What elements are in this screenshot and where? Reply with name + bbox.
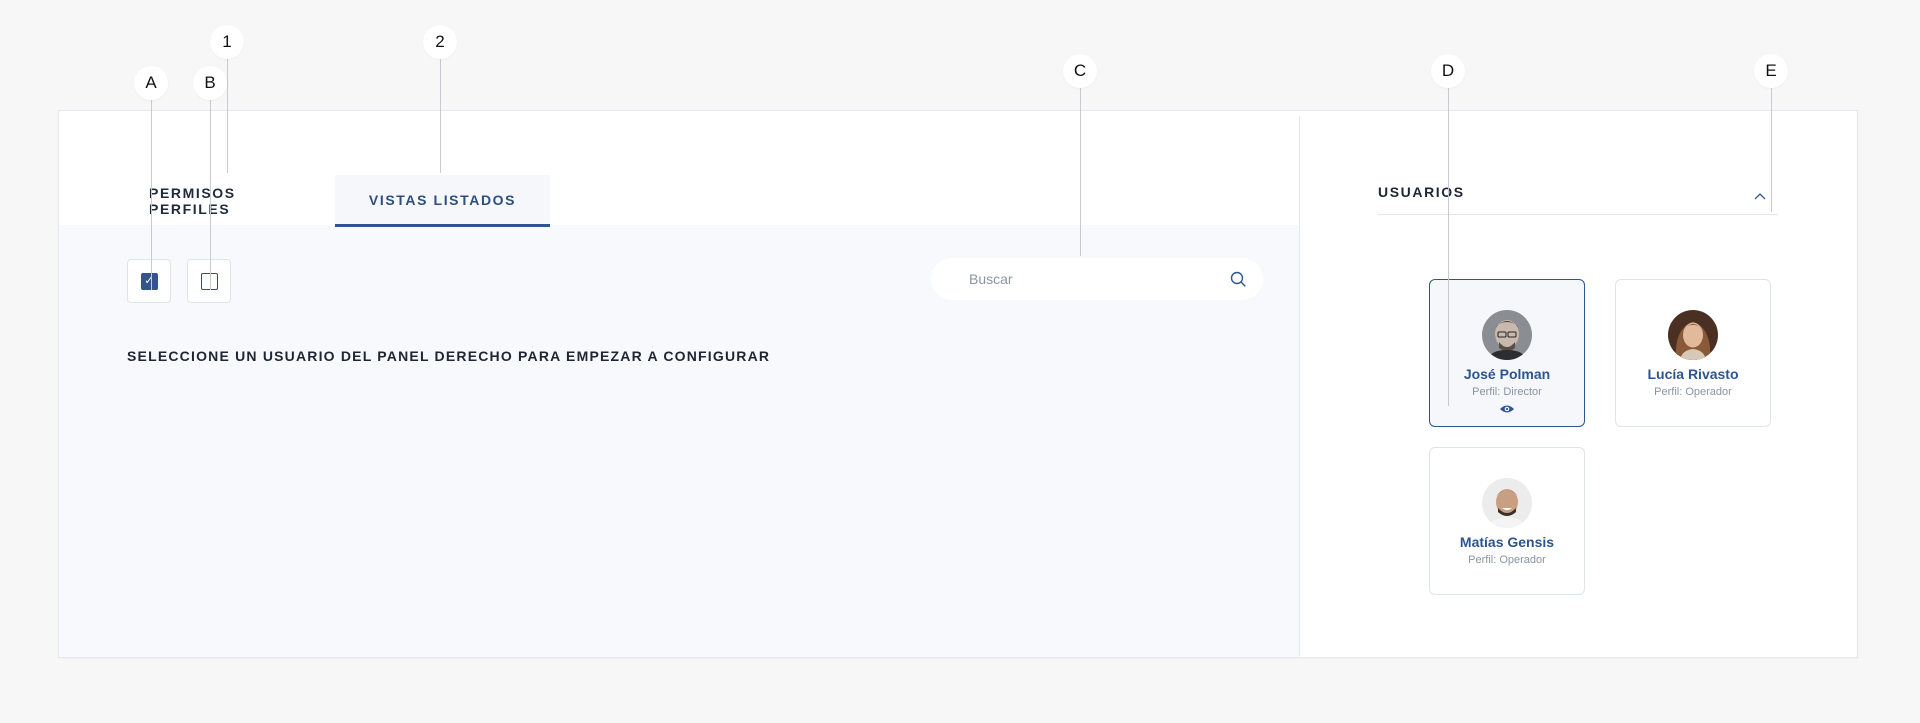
user-role: Perfil: Director bbox=[1472, 386, 1542, 398]
user-role: Perfil: Operador bbox=[1468, 554, 1546, 566]
unchecked-checkbox[interactable] bbox=[200, 272, 218, 290]
annotation-marker-e: E bbox=[1754, 54, 1788, 88]
user-card-matias-gensis[interactable]: Matías Gensis Perfil: Operador bbox=[1429, 447, 1585, 595]
annotation-line-d bbox=[1448, 88, 1449, 406]
checked-checkbox[interactable]: ✓ bbox=[140, 272, 158, 290]
annotation-line-b bbox=[210, 100, 211, 290]
annotation-marker-a: A bbox=[134, 66, 168, 100]
eye-icon[interactable] bbox=[1499, 403, 1515, 415]
annotation-marker-1: 1 bbox=[210, 25, 244, 59]
search-box[interactable] bbox=[931, 258, 1263, 300]
annotation-line-1 bbox=[227, 59, 228, 173]
user-name: José Polman bbox=[1463, 366, 1551, 382]
annotation-marker-b: B bbox=[193, 66, 227, 100]
instruction-text: SELECCIONE UN USUARIO DEL PANEL DERECHO … bbox=[127, 348, 771, 364]
user-name: Matías Gensis bbox=[1459, 534, 1555, 550]
user-name: Lucía Rivasto bbox=[1647, 366, 1739, 382]
users-title: USUARIOS bbox=[1378, 184, 1465, 200]
user-card-lucia-rivasto[interactable]: Lucía Rivasto Perfil: Operador bbox=[1615, 279, 1771, 427]
annotation-marker-d: D bbox=[1431, 54, 1465, 88]
chevron-up-icon[interactable] bbox=[1752, 189, 1768, 205]
users-header[interactable]: USUARIOS bbox=[1378, 177, 1778, 215]
avatar bbox=[1668, 310, 1718, 360]
annotation-line-a bbox=[151, 100, 152, 290]
left-panel: PERMISOS PERFILES VISTAS LISTADOS ✓ SELE… bbox=[59, 111, 1299, 657]
tab-vistas-listados[interactable]: VISTAS LISTADOS bbox=[335, 175, 550, 227]
select-all-checkbox-wrapper[interactable]: ✓ bbox=[127, 259, 171, 303]
avatar bbox=[1482, 310, 1532, 360]
annotation-line-c bbox=[1080, 88, 1081, 256]
search-input[interactable] bbox=[969, 271, 1229, 287]
annotation-line-e bbox=[1771, 88, 1772, 212]
user-card-jose-polman[interactable]: José Polman Perfil: Director bbox=[1429, 279, 1585, 427]
annotation-marker-2: 2 bbox=[423, 25, 457, 59]
main-card: PERMISOS PERFILES VISTAS LISTADOS ✓ SELE… bbox=[58, 110, 1858, 658]
search-icon[interactable] bbox=[1229, 270, 1247, 288]
user-role: Perfil: Operador bbox=[1654, 386, 1732, 398]
annotation-line-2 bbox=[440, 59, 441, 173]
users-panel: USUARIOS José Polman Perfil: Director Lu… bbox=[1300, 111, 1857, 657]
avatar bbox=[1482, 478, 1532, 528]
unchecked-checkbox-wrapper[interactable] bbox=[187, 259, 231, 303]
tab-permisos-perfiles[interactable]: PERMISOS PERFILES bbox=[149, 175, 303, 227]
annotation-marker-c: C bbox=[1063, 54, 1097, 88]
